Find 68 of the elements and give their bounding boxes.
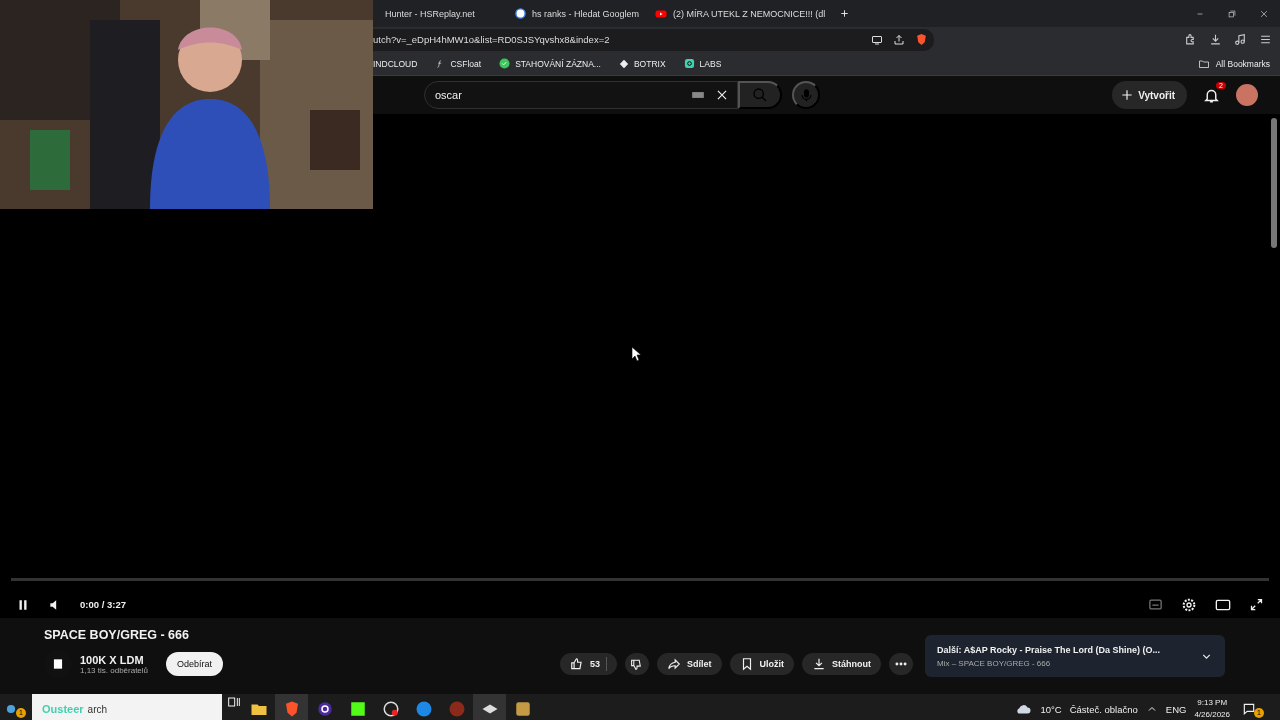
folder-icon <box>1197 57 1210 70</box>
share-button[interactable]: Sdílet <box>657 653 722 675</box>
restore-icon[interactable] <box>1227 8 1237 19</box>
video-title: SPACE BOY/GREG - 666 <box>44 628 190 642</box>
share-arrow-icon <box>667 657 681 671</box>
create-button[interactable]: Vytvořit <box>1112 81 1187 109</box>
download-icon <box>812 657 826 671</box>
taskbar-search-field[interactable]: Ousteer arch <box>32 694 222 720</box>
notification-icon[interactable] <box>1242 702 1256 716</box>
save-button[interactable]: Uložit <box>729 653 794 675</box>
subscriber-count: 1,13 tis. odběratelů <box>80 665 149 675</box>
download-icon[interactable] <box>1209 33 1222 46</box>
like-button[interactable]: 53 <box>559 653 617 675</box>
search-button[interactable] <box>738 81 782 109</box>
playlist-label: Mix – SPACE BOY/GREG - 666 <box>937 658 1052 668</box>
channel-name[interactable]: 100K X LDM <box>80 653 149 666</box>
bookmark[interactable]: CSFloat <box>435 58 482 69</box>
share-icon[interactable] <box>893 33 905 46</box>
plus-icon <box>1120 88 1135 102</box>
record-icon[interactable] <box>381 700 400 718</box>
download-button[interactable]: Stáhnout <box>802 653 881 675</box>
next-video-title[interactable]: Další: A$AP Rocky - Praise The Lord (Da Shine) (O... <box>937 644 1190 655</box>
fullscreen-icon[interactable] <box>1249 596 1264 612</box>
voice-search-button[interactable] <box>792 81 820 109</box>
thumbs-down-icon <box>630 657 644 671</box>
search-field[interactable]: oscar <box>424 81 738 109</box>
clock-date[interactable]: 4/26/2026 <box>1194 709 1230 720</box>
settings-icon[interactable] <box>1181 596 1197 613</box>
ring-icon[interactable] <box>315 700 334 718</box>
music-icon[interactable] <box>1234 33 1247 46</box>
dislike-button[interactable] <box>625 653 649 675</box>
address-bar[interactable]: utch?v=_eDpH4hMW1o&list=RD0SJSYqvshx8&index=2 <box>373 28 934 51</box>
labs-icon <box>683 58 695 69</box>
up-next-panel[interactable]: Další: A$AP Rocky - Praise The Lord (Da Shine) (O... Mix – SPACE BOY/GREG - 666 <box>925 635 1225 677</box>
scrollbar[interactable] <box>1271 118 1277 248</box>
more-button[interactable] <box>889 653 913 675</box>
diamond-icon <box>618 58 629 69</box>
browser-tab[interactable]: hs ranks - Hledat Googlem <box>503 0 643 27</box>
search-icon <box>752 87 768 103</box>
avatar[interactable] <box>1236 84 1258 106</box>
temperature: 10°C <box>1040 703 1062 715</box>
all-bookmarks-link[interactable]: All Bookmarks <box>1197 57 1270 70</box>
task-view-icon[interactable] <box>226 694 242 710</box>
subtitles-icon[interactable] <box>1148 596 1163 612</box>
bookmark[interactable]: BOTRIX <box>618 58 666 69</box>
subscribe-button[interactable]: Odebírat <box>166 652 224 676</box>
browser-tab[interactable]: Hunter - HSReplay.net <box>373 0 503 27</box>
app-icon[interactable] <box>414 700 433 718</box>
puzzle-icon[interactable] <box>1184 33 1197 46</box>
weather-widget-icon[interactable] <box>4 702 18 716</box>
bookmark[interactable]: INDCLOUD <box>373 58 418 69</box>
lion-shield-icon[interactable] <box>915 33 928 46</box>
time-display: 0:00 / 3:27 <box>80 599 126 610</box>
clock-time[interactable]: 9:13 PM <box>1194 697 1230 709</box>
menu-icon[interactable] <box>1259 33 1272 46</box>
clear-icon[interactable] <box>715 88 729 102</box>
new-tab-icon[interactable] <box>839 8 851 19</box>
check-circle-icon <box>499 58 511 69</box>
thumbs-up-icon <box>569 657 584 671</box>
language-indicator[interactable]: ENG <box>1165 703 1187 715</box>
bookmark[interactable]: LABS <box>683 58 722 69</box>
bookmark[interactable]: STAHOVÁNÍ ZÁZNA... <box>499 58 601 69</box>
browser-tab[interactable]: (2) MÍRA UTEKL Z NEMOCNICE!!! (dl <box>643 0 840 27</box>
weather-text: Částeč. oblačno <box>1069 703 1138 715</box>
cast-icon[interactable] <box>871 33 883 46</box>
cursor-icon <box>632 347 641 361</box>
close-icon[interactable] <box>1259 8 1269 19</box>
video-player[interactable] <box>0 114 1280 578</box>
